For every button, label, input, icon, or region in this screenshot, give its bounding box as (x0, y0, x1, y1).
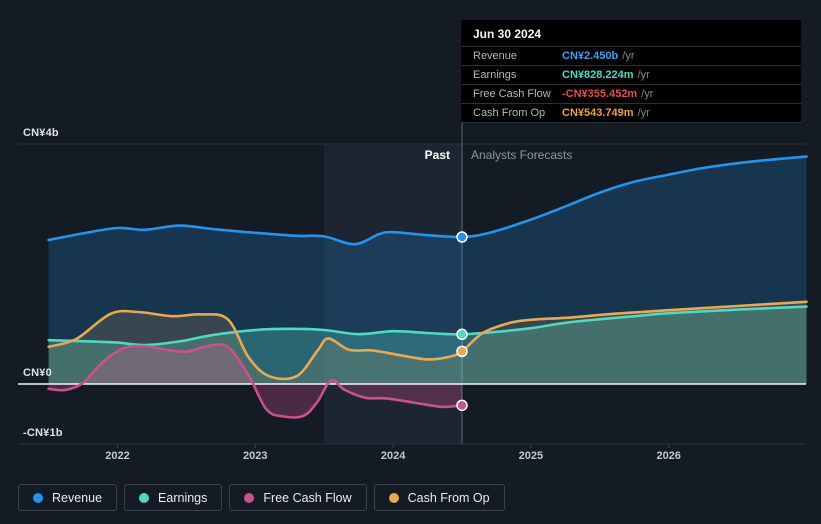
past-zone-label: Past (424, 148, 450, 162)
tooltip-row-label: Revenue (473, 50, 518, 62)
legend-item-cash-from-op[interactable]: Cash From Op (373, 484, 505, 511)
x-axis-label: 2022 (105, 450, 130, 462)
tooltip-row-label: Free Cash Flow (473, 88, 551, 100)
x-axis-label: 2023 (243, 450, 268, 462)
legend-label: Earnings (158, 490, 208, 505)
earnings-revenue-chart-widget: CN¥4b CN¥0 -CN¥1b 2022 2023 2024 2025 2026 Pas… (0, 0, 821, 524)
tooltip-row-label: Earnings (473, 69, 517, 81)
tooltip-rows: Revenue CN¥2.450b/yr Earnings CN¥828.224m/y… (461, 46, 801, 123)
legend-item-revenue[interactable]: Revenue (18, 484, 118, 511)
legend-label: Free Cash Flow (263, 490, 352, 505)
y-axis-label: CN¥0 (23, 367, 52, 379)
tooltip-row: Earnings CN¥828.224m/yr (461, 65, 801, 84)
legend-color-dot (244, 492, 255, 503)
tooltip-row-suffix: /yr (622, 50, 635, 62)
tooltip-row: Free Cash Flow -CN¥355.452m/yr (461, 84, 801, 103)
tooltip-row-value: -CN¥355.452m (562, 88, 638, 100)
tooltip-row-label: Cash From Op (473, 107, 546, 119)
hover-tooltip: Jun 30 2024 Revenue CN¥2.450b/yr Earnings C… (461, 20, 801, 123)
x-axis-label: 2026 (656, 450, 681, 462)
page: { "page": { "background": "#151b24" }, "… (0, 0, 821, 524)
tooltip-date: Jun 30 2024 (473, 27, 542, 41)
legend: Revenue Earnings Free Cash Flow Cash From O… (18, 484, 505, 511)
tooltip-row: Cash From Op CN¥543.749m/yr (461, 103, 801, 123)
plot-area[interactable] (18, 144, 806, 444)
tooltip-row: Revenue CN¥2.450b/yr (461, 46, 801, 65)
legend-item-earnings[interactable]: Earnings (124, 484, 223, 511)
legend-item-free-cash-flow[interactable]: Free Cash Flow (229, 484, 367, 511)
y-axis-label: -CN¥1b (23, 427, 63, 439)
x-axis-label: 2024 (380, 450, 406, 462)
legend-color-dot (139, 492, 150, 503)
tooltip-row-value: CN¥828.224m (562, 69, 634, 81)
tooltip-row-suffix: /yr (637, 107, 650, 119)
y-axis-label: CN¥4b (23, 127, 59, 139)
legend-color-dot (33, 492, 43, 503)
legend-label: Revenue (52, 490, 103, 505)
forecast-zone-label: Analysts Forecasts (471, 148, 573, 162)
tooltip-row-value: CN¥2.450b (562, 50, 619, 62)
legend-label: Cash From Op (407, 490, 490, 505)
legend-color-dot (388, 492, 399, 503)
tooltip-row-value: CN¥543.749m (562, 107, 634, 119)
tooltip-row-suffix: /yr (637, 69, 650, 81)
x-axis-label: 2025 (518, 450, 544, 462)
tooltip-row-suffix: /yr (641, 88, 654, 100)
